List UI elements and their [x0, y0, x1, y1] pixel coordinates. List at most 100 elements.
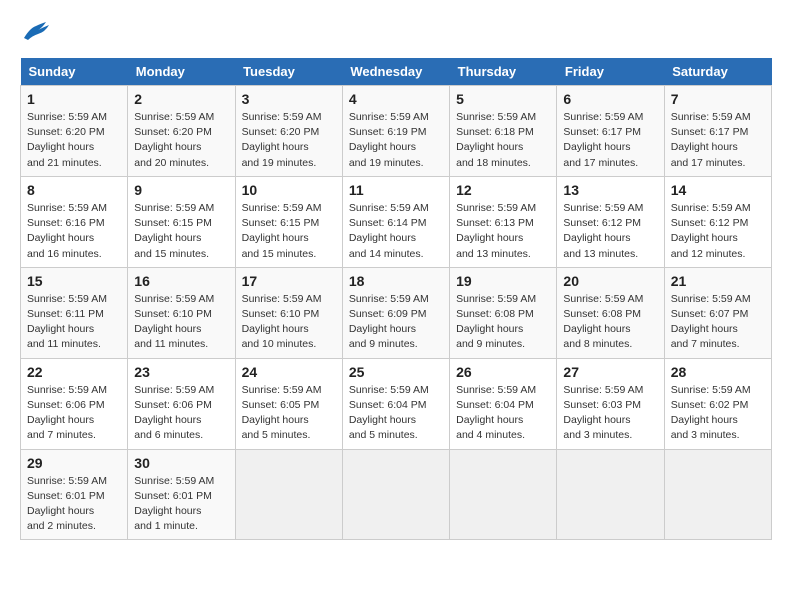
calendar-cell: 5 Sunrise: 5:59 AM Sunset: 6:18 PM Dayli…	[450, 86, 557, 177]
calendar-cell: 8 Sunrise: 5:59 AM Sunset: 6:16 PM Dayli…	[21, 176, 128, 267]
calendar-cell: 26 Sunrise: 5:59 AM Sunset: 6:04 PM Dayl…	[450, 358, 557, 449]
calendar-cell: 28 Sunrise: 5:59 AM Sunset: 6:02 PM Dayl…	[664, 358, 771, 449]
calendar-cell: 19 Sunrise: 5:59 AM Sunset: 6:08 PM Dayl…	[450, 267, 557, 358]
calendar-cell: 1 Sunrise: 5:59 AM Sunset: 6:20 PM Dayli…	[21, 86, 128, 177]
day-number: 12	[456, 182, 550, 198]
day-info: Sunrise: 5:59 AM Sunset: 6:09 PM Dayligh…	[349, 292, 443, 353]
calendar-cell: 4 Sunrise: 5:59 AM Sunset: 6:19 PM Dayli…	[342, 86, 449, 177]
calendar-week-4: 22 Sunrise: 5:59 AM Sunset: 6:06 PM Dayl…	[21, 358, 772, 449]
day-number: 20	[563, 273, 657, 289]
day-info: Sunrise: 5:59 AM Sunset: 6:10 PM Dayligh…	[242, 292, 336, 353]
day-info: Sunrise: 5:59 AM Sunset: 6:10 PM Dayligh…	[134, 292, 228, 353]
day-info: Sunrise: 5:59 AM Sunset: 6:12 PM Dayligh…	[671, 201, 765, 262]
day-info: Sunrise: 5:59 AM Sunset: 6:20 PM Dayligh…	[27, 110, 121, 171]
day-number: 15	[27, 273, 121, 289]
calendar-cell: 16 Sunrise: 5:59 AM Sunset: 6:10 PM Dayl…	[128, 267, 235, 358]
day-info: Sunrise: 5:59 AM Sunset: 6:11 PM Dayligh…	[27, 292, 121, 353]
day-number: 7	[671, 91, 765, 107]
day-info: Sunrise: 5:59 AM Sunset: 6:06 PM Dayligh…	[134, 383, 228, 444]
day-number: 30	[134, 455, 228, 471]
day-number: 2	[134, 91, 228, 107]
day-info: Sunrise: 5:59 AM Sunset: 6:06 PM Dayligh…	[27, 383, 121, 444]
calendar-cell: 15 Sunrise: 5:59 AM Sunset: 6:11 PM Dayl…	[21, 267, 128, 358]
calendar-header-sunday: Sunday	[21, 58, 128, 86]
calendar-cell: 14 Sunrise: 5:59 AM Sunset: 6:12 PM Dayl…	[664, 176, 771, 267]
calendar-header-friday: Friday	[557, 58, 664, 86]
calendar-cell: 22 Sunrise: 5:59 AM Sunset: 6:06 PM Dayl…	[21, 358, 128, 449]
day-number: 1	[27, 91, 121, 107]
day-info: Sunrise: 5:59 AM Sunset: 6:19 PM Dayligh…	[349, 110, 443, 171]
calendar-cell: 21 Sunrise: 5:59 AM Sunset: 6:07 PM Dayl…	[664, 267, 771, 358]
day-info: Sunrise: 5:59 AM Sunset: 6:07 PM Dayligh…	[671, 292, 765, 353]
logo	[20, 20, 50, 42]
calendar-cell: 3 Sunrise: 5:59 AM Sunset: 6:20 PM Dayli…	[235, 86, 342, 177]
day-info: Sunrise: 5:59 AM Sunset: 6:04 PM Dayligh…	[349, 383, 443, 444]
calendar-cell: 12 Sunrise: 5:59 AM Sunset: 6:13 PM Dayl…	[450, 176, 557, 267]
calendar-cell	[342, 449, 449, 540]
day-info: Sunrise: 5:59 AM Sunset: 6:01 PM Dayligh…	[134, 474, 228, 535]
calendar-cell: 13 Sunrise: 5:59 AM Sunset: 6:12 PM Dayl…	[557, 176, 664, 267]
day-info: Sunrise: 5:59 AM Sunset: 6:20 PM Dayligh…	[134, 110, 228, 171]
calendar-body: 1 Sunrise: 5:59 AM Sunset: 6:20 PM Dayli…	[21, 86, 772, 540]
calendar-cell: 29 Sunrise: 5:59 AM Sunset: 6:01 PM Dayl…	[21, 449, 128, 540]
day-info: Sunrise: 5:59 AM Sunset: 6:17 PM Dayligh…	[671, 110, 765, 171]
calendar-week-3: 15 Sunrise: 5:59 AM Sunset: 6:11 PM Dayl…	[21, 267, 772, 358]
day-info: Sunrise: 5:59 AM Sunset: 6:05 PM Dayligh…	[242, 383, 336, 444]
day-number: 13	[563, 182, 657, 198]
day-number: 4	[349, 91, 443, 107]
calendar-cell: 30 Sunrise: 5:59 AM Sunset: 6:01 PM Dayl…	[128, 449, 235, 540]
day-info: Sunrise: 5:59 AM Sunset: 6:03 PM Dayligh…	[563, 383, 657, 444]
day-number: 23	[134, 364, 228, 380]
day-info: Sunrise: 5:59 AM Sunset: 6:20 PM Dayligh…	[242, 110, 336, 171]
day-number: 6	[563, 91, 657, 107]
calendar-header-saturday: Saturday	[664, 58, 771, 86]
calendar-cell: 9 Sunrise: 5:59 AM Sunset: 6:15 PM Dayli…	[128, 176, 235, 267]
day-number: 26	[456, 364, 550, 380]
day-number: 16	[134, 273, 228, 289]
day-number: 22	[27, 364, 121, 380]
day-number: 18	[349, 273, 443, 289]
calendar-header-monday: Monday	[128, 58, 235, 86]
day-info: Sunrise: 5:59 AM Sunset: 6:08 PM Dayligh…	[456, 292, 550, 353]
calendar-cell: 25 Sunrise: 5:59 AM Sunset: 6:04 PM Dayl…	[342, 358, 449, 449]
day-number: 21	[671, 273, 765, 289]
day-info: Sunrise: 5:59 AM Sunset: 6:15 PM Dayligh…	[242, 201, 336, 262]
logo-bird-icon	[22, 20, 50, 42]
calendar-cell: 6 Sunrise: 5:59 AM Sunset: 6:17 PM Dayli…	[557, 86, 664, 177]
calendar-cell: 24 Sunrise: 5:59 AM Sunset: 6:05 PM Dayl…	[235, 358, 342, 449]
day-info: Sunrise: 5:59 AM Sunset: 6:02 PM Dayligh…	[671, 383, 765, 444]
calendar-week-1: 1 Sunrise: 5:59 AM Sunset: 6:20 PM Dayli…	[21, 86, 772, 177]
calendar-cell	[450, 449, 557, 540]
day-number: 28	[671, 364, 765, 380]
day-number: 24	[242, 364, 336, 380]
day-info: Sunrise: 5:59 AM Sunset: 6:01 PM Dayligh…	[27, 474, 121, 535]
day-number: 25	[349, 364, 443, 380]
calendar-cell: 18 Sunrise: 5:59 AM Sunset: 6:09 PM Dayl…	[342, 267, 449, 358]
day-number: 29	[27, 455, 121, 471]
day-info: Sunrise: 5:59 AM Sunset: 6:16 PM Dayligh…	[27, 201, 121, 262]
calendar-cell: 23 Sunrise: 5:59 AM Sunset: 6:06 PM Dayl…	[128, 358, 235, 449]
day-number: 17	[242, 273, 336, 289]
calendar-cell: 2 Sunrise: 5:59 AM Sunset: 6:20 PM Dayli…	[128, 86, 235, 177]
day-number: 14	[671, 182, 765, 198]
day-info: Sunrise: 5:59 AM Sunset: 6:08 PM Dayligh…	[563, 292, 657, 353]
day-info: Sunrise: 5:59 AM Sunset: 6:14 PM Dayligh…	[349, 201, 443, 262]
calendar-cell: 17 Sunrise: 5:59 AM Sunset: 6:10 PM Dayl…	[235, 267, 342, 358]
day-number: 11	[349, 182, 443, 198]
page-header	[20, 20, 772, 42]
day-number: 10	[242, 182, 336, 198]
day-number: 8	[27, 182, 121, 198]
calendar-cell: 27 Sunrise: 5:59 AM Sunset: 6:03 PM Dayl…	[557, 358, 664, 449]
calendar-week-2: 8 Sunrise: 5:59 AM Sunset: 6:16 PM Dayli…	[21, 176, 772, 267]
calendar-header-row: SundayMondayTuesdayWednesdayThursdayFrid…	[21, 58, 772, 86]
calendar-header-thursday: Thursday	[450, 58, 557, 86]
day-info: Sunrise: 5:59 AM Sunset: 6:04 PM Dayligh…	[456, 383, 550, 444]
calendar-cell	[557, 449, 664, 540]
calendar-cell: 11 Sunrise: 5:59 AM Sunset: 6:14 PM Dayl…	[342, 176, 449, 267]
day-number: 9	[134, 182, 228, 198]
day-info: Sunrise: 5:59 AM Sunset: 6:12 PM Dayligh…	[563, 201, 657, 262]
day-info: Sunrise: 5:59 AM Sunset: 6:13 PM Dayligh…	[456, 201, 550, 262]
calendar-cell	[664, 449, 771, 540]
day-info: Sunrise: 5:59 AM Sunset: 6:18 PM Dayligh…	[456, 110, 550, 171]
calendar-cell	[235, 449, 342, 540]
